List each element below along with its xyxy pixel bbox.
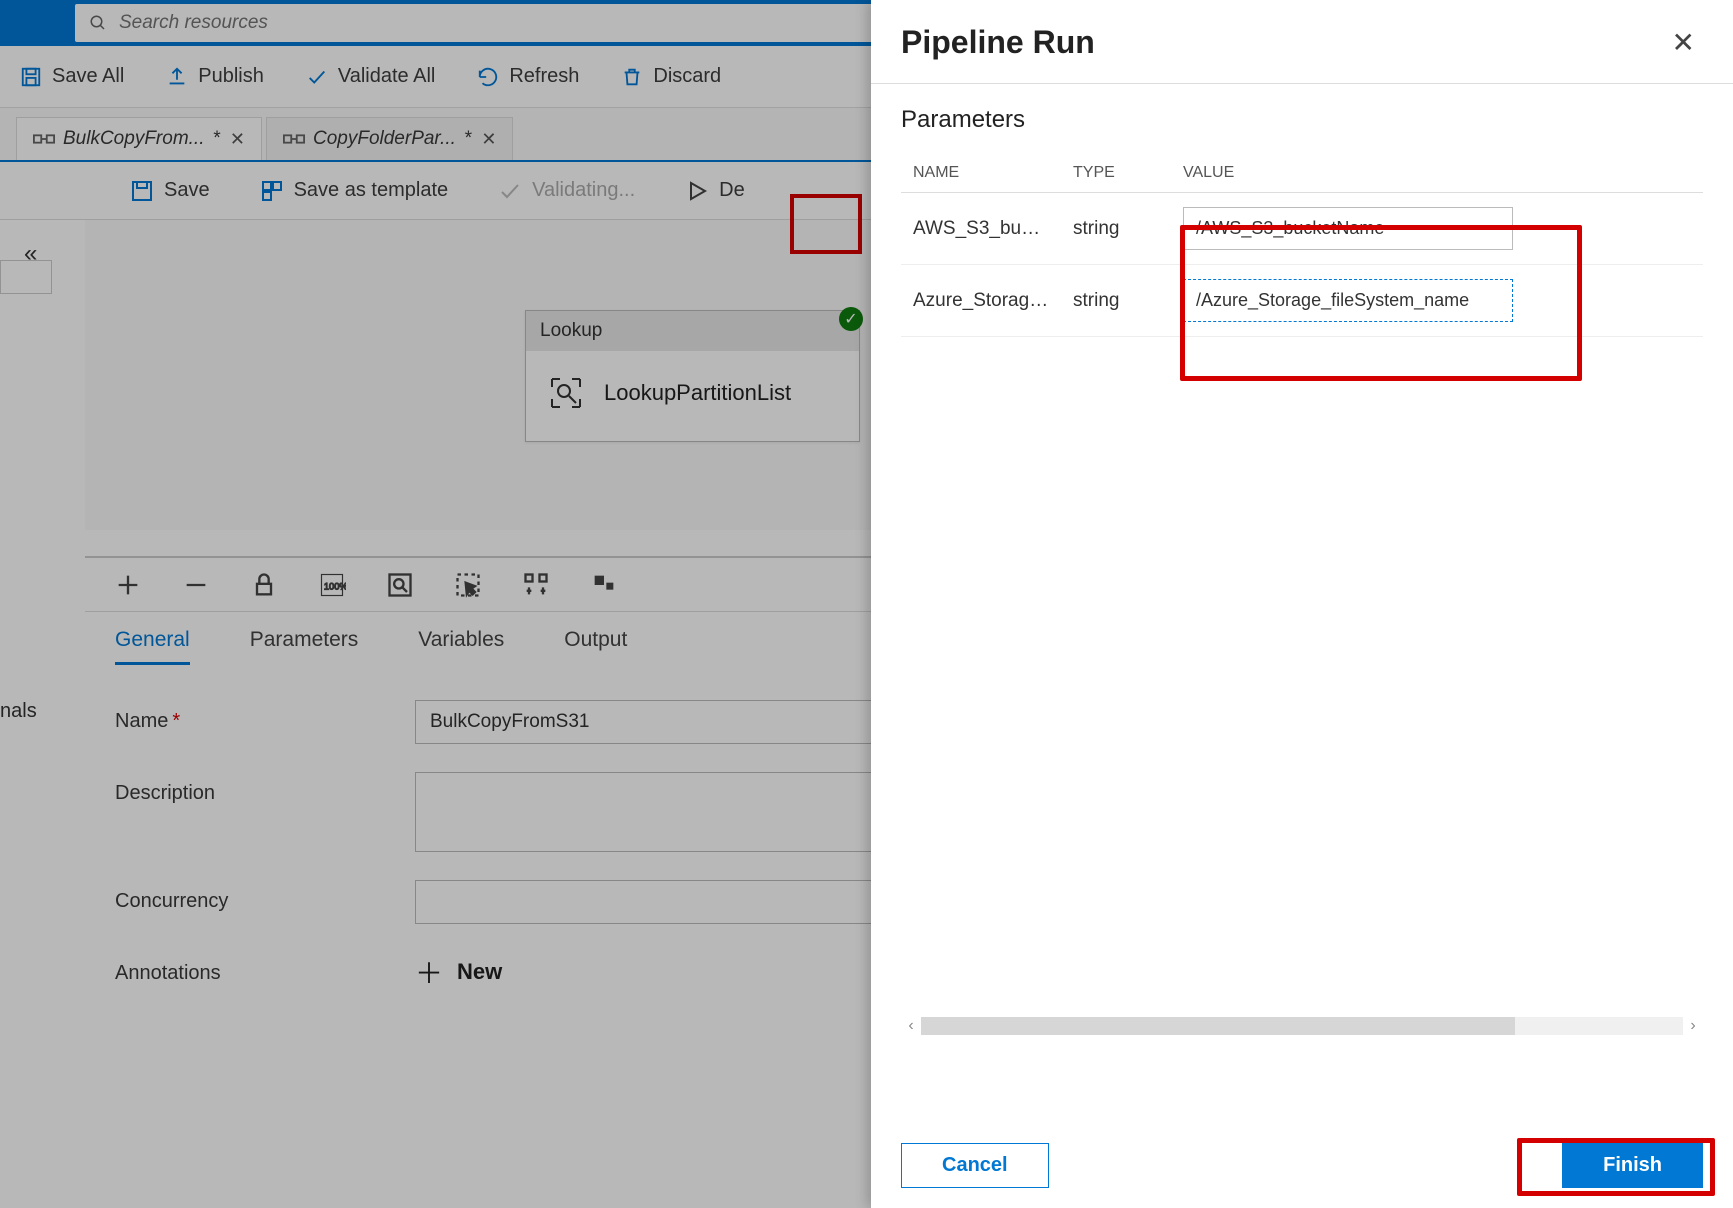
save-all-button[interactable]: Save All xyxy=(20,65,124,88)
lock-button[interactable] xyxy=(247,568,281,602)
tab-general[interactable]: General xyxy=(115,628,190,665)
lookup-icon xyxy=(546,373,586,413)
discard-label: Discard xyxy=(653,65,721,88)
pipeline-icon xyxy=(283,130,305,148)
activity-name: LookupPartitionList xyxy=(604,380,791,406)
activity-type-label: Lookup xyxy=(540,320,602,342)
validating-status: Validating... xyxy=(498,179,635,203)
tab-output[interactable]: Output xyxy=(564,628,627,665)
description-label: Description xyxy=(115,772,415,805)
plus-icon: ＋ xyxy=(415,952,443,992)
zoom-in-button[interactable] xyxy=(111,568,145,602)
new-label: New xyxy=(457,959,502,985)
save-template-label: Save as template xyxy=(294,179,449,202)
save-icon xyxy=(20,66,42,88)
table-row: Azure_Storage_fi string xyxy=(901,265,1703,337)
auto-align-button[interactable] xyxy=(519,568,553,602)
panel-title: Pipeline Run xyxy=(901,24,1095,61)
validate-all-button[interactable]: Validate All xyxy=(306,65,435,88)
tab-copyfolder[interactable]: CopyFolderPar... * ✕ xyxy=(266,117,513,160)
search-icon xyxy=(89,14,107,32)
check-icon xyxy=(498,179,522,203)
validating-label: Validating... xyxy=(532,179,635,202)
add-annotation-button[interactable]: ＋ New xyxy=(415,952,502,992)
save-label: Save xyxy=(164,179,210,202)
param-name: Azure_Storage_fi xyxy=(901,265,1061,337)
finish-button[interactable]: Finish xyxy=(1562,1143,1703,1188)
validate-all-label: Validate All xyxy=(338,65,435,88)
tab-dirty: * xyxy=(212,128,219,150)
save-icon xyxy=(130,179,154,203)
minimap-button[interactable] xyxy=(587,568,621,602)
publish-button[interactable]: Publish xyxy=(166,65,264,88)
check-icon xyxy=(306,66,328,88)
table-row: AWS_S3_bucketN string xyxy=(901,193,1703,265)
param-name: AWS_S3_bucketN xyxy=(901,193,1061,265)
parameters-table: NAME TYPE VALUE AWS_S3_bucketN string Az… xyxy=(901,154,1703,337)
tab-label: CopyFolderPar... xyxy=(313,128,456,150)
tab-variables[interactable]: Variables xyxy=(418,628,504,665)
save-as-template-button[interactable]: Save as template xyxy=(260,179,449,203)
cancel-button[interactable]: Cancel xyxy=(901,1143,1049,1188)
refresh-button[interactable]: Refresh xyxy=(477,65,579,88)
svg-text:100%: 100% xyxy=(324,581,346,591)
tab-dirty: * xyxy=(464,128,471,150)
close-icon[interactable]: ✕ xyxy=(481,129,496,150)
param-value-input[interactable] xyxy=(1183,207,1513,250)
scroll-left-icon[interactable]: ‹ xyxy=(901,1017,921,1035)
save-all-label: Save All xyxy=(52,65,124,88)
left-panel-text: nals xyxy=(0,700,37,723)
template-icon xyxy=(260,179,284,203)
zoom-100-button[interactable]: 100% xyxy=(315,568,349,602)
status-success-icon: ✓ xyxy=(839,307,863,331)
tab-bulkcopy[interactable]: BulkCopyFrom... * ✕ xyxy=(16,117,262,160)
col-type: TYPE xyxy=(1061,154,1171,193)
scroll-right-icon[interactable]: › xyxy=(1683,1017,1703,1035)
parameters-heading: Parameters xyxy=(901,106,1703,134)
publish-icon xyxy=(166,66,188,88)
name-label: Name* xyxy=(115,700,415,733)
param-value-input[interactable] xyxy=(1183,279,1513,322)
debug-button[interactable]: De xyxy=(685,179,745,203)
left-panel-fragment xyxy=(0,260,52,294)
zoom-out-button[interactable] xyxy=(179,568,213,602)
param-type: string xyxy=(1061,193,1171,265)
close-icon[interactable]: ✕ xyxy=(230,129,245,150)
discard-button[interactable]: Discard xyxy=(621,65,721,88)
col-value: VALUE xyxy=(1171,154,1703,193)
save-button[interactable]: Save xyxy=(130,179,210,203)
concurrency-input[interactable] xyxy=(415,880,935,924)
annotations-label: Annotations xyxy=(115,952,415,985)
activity-lookup[interactable]: Lookup ✓ LookupPartitionList xyxy=(525,310,860,442)
debug-label: De xyxy=(719,179,745,202)
refresh-icon xyxy=(477,66,499,88)
publish-label: Publish xyxy=(198,65,264,88)
trash-icon xyxy=(621,66,643,88)
pipeline-run-panel: Pipeline Run ✕ Parameters NAME TYPE VALU… xyxy=(871,0,1733,1208)
tab-label: BulkCopyFrom... xyxy=(63,128,204,150)
refresh-label: Refresh xyxy=(509,65,579,88)
name-input[interactable] xyxy=(415,700,935,744)
property-tabs: General Parameters Variables Output xyxy=(85,612,657,665)
pipeline-icon xyxy=(33,130,55,148)
play-icon xyxy=(685,179,709,203)
col-name: NAME xyxy=(901,154,1061,193)
horizontal-scrollbar[interactable]: ‹ › xyxy=(901,1014,1703,1038)
zoom-fit-button[interactable] xyxy=(383,568,417,602)
close-panel-button[interactable]: ✕ xyxy=(1664,22,1703,63)
concurrency-label: Concurrency xyxy=(115,880,415,913)
param-type: string xyxy=(1061,265,1171,337)
select-button[interactable] xyxy=(451,568,485,602)
description-input[interactable] xyxy=(415,772,935,852)
tab-parameters[interactable]: Parameters xyxy=(250,628,359,665)
